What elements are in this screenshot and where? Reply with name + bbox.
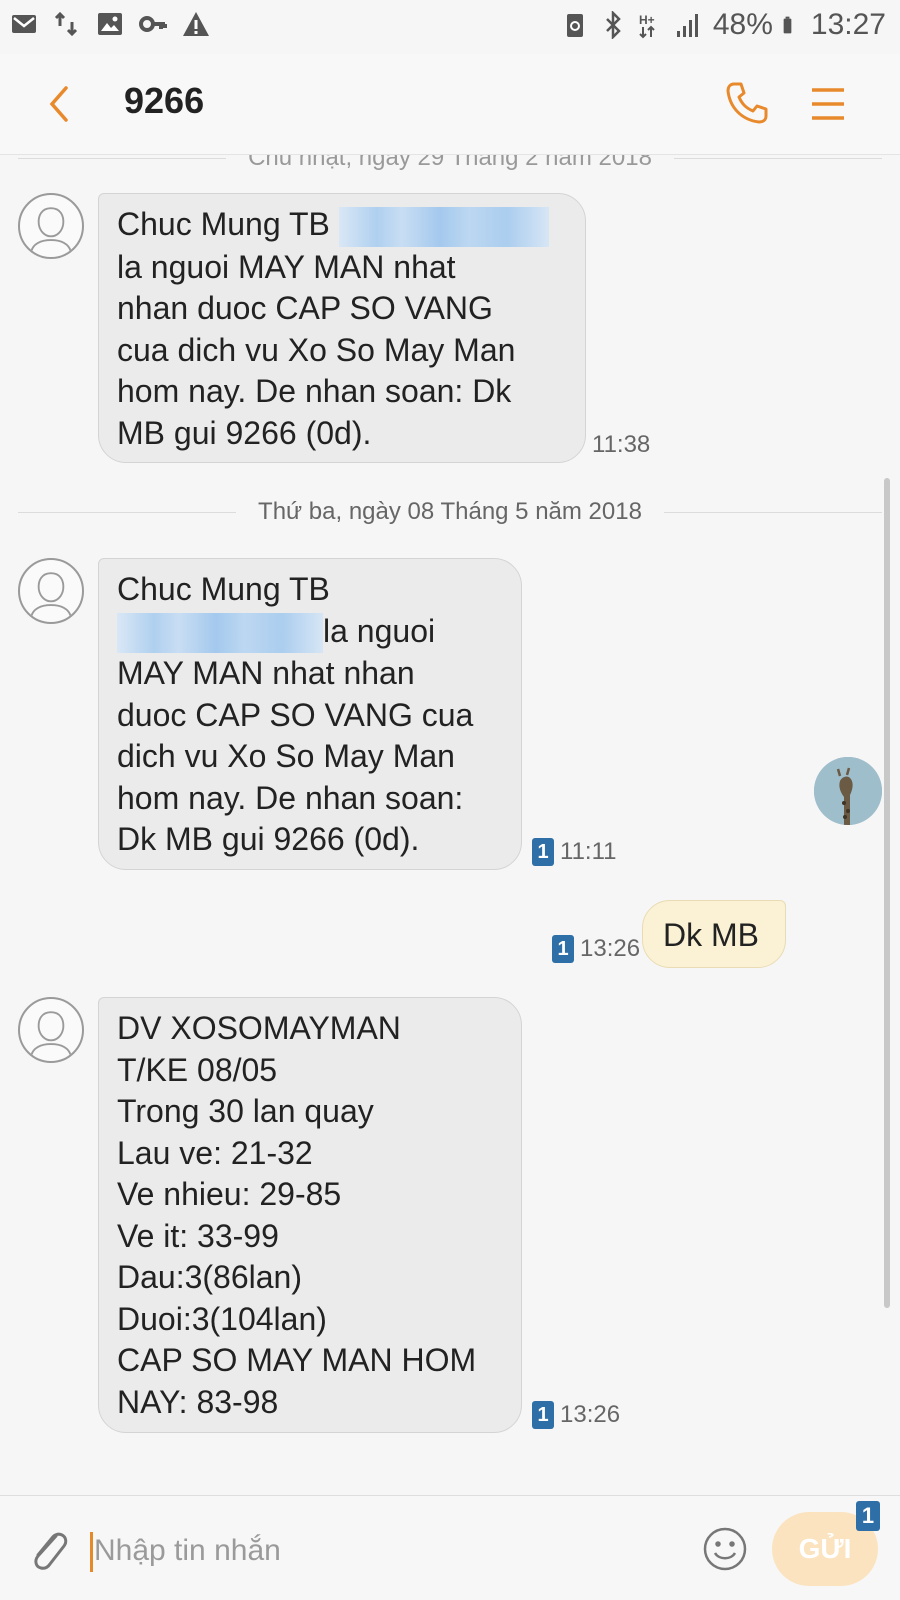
- message-bubble-incoming[interactable]: Chuc Mung TB la nguoi MAY MAN nhat nhan …: [98, 193, 586, 463]
- scrollbar[interactable]: [884, 478, 890, 1308]
- redacted-number: [117, 613, 323, 654]
- contact-avatar[interactable]: [18, 997, 84, 1063]
- message-time: 11:11: [560, 838, 617, 865]
- signal-icon: [676, 14, 698, 37]
- message-text: DV XOSOMAYMAN T/KE 08/05 Trong 30 lan qu…: [117, 1010, 477, 1420]
- person-placeholder-icon: [30, 1011, 72, 1056]
- emoji-button[interactable]: [702, 1526, 748, 1572]
- attach-button[interactable]: [26, 1524, 72, 1574]
- date-separator: Thứ ba, ngày 08 Tháng 5 năm 2018: [18, 497, 882, 527]
- person-placeholder-icon: [30, 207, 72, 252]
- date-separator: Chủ nhật, ngày 29 Tháng 2 năm 2018: [18, 155, 882, 173]
- message-time: 13:26: [560, 1401, 621, 1428]
- status-bar: H+ 48% 13:27: [0, 0, 900, 54]
- conversation-header: 9266: [0, 54, 900, 155]
- message-text: Chuc Mung TB: [117, 206, 339, 242]
- message-bubble-incoming[interactable]: Chuc Mung TB la nguoi MAY MAN nhat nhan …: [98, 558, 522, 870]
- message-time: 11:38: [592, 431, 651, 458]
- back-button[interactable]: [40, 82, 80, 126]
- battery-saver-icon: [566, 14, 583, 37]
- warning-icon: [183, 12, 209, 36]
- data-transfer-icon: [54, 11, 78, 37]
- call-button[interactable]: [724, 80, 770, 126]
- clock: 13:27: [810, 8, 886, 41]
- message-meta: 1 13:26: [532, 1401, 620, 1429]
- sim-badge: 1: [532, 838, 554, 866]
- image-icon: [98, 13, 122, 35]
- emoji-icon: [703, 1527, 747, 1571]
- sim-badge: 1: [856, 1501, 880, 1531]
- key-icon: [139, 16, 167, 32]
- menu-icon: [812, 88, 844, 120]
- paperclip-icon: [34, 1532, 68, 1570]
- phone-icon: [726, 82, 768, 124]
- sim-badge: 1: [532, 1401, 554, 1429]
- person-placeholder-icon: [30, 572, 72, 617]
- svg-text:H+: H+: [639, 13, 655, 27]
- message-time: 13:26: [580, 935, 641, 962]
- network-hplus-icon: H+: [639, 13, 655, 39]
- message-meta: 1 13:26: [552, 935, 640, 963]
- giraffe-photo-icon: [814, 757, 882, 825]
- message-input[interactable]: [94, 1526, 654, 1576]
- message-thread[interactable]: Chủ nhật, ngày 29 Tháng 2 năm 2018 Chuc …: [0, 155, 900, 1495]
- message-meta: 11:38: [592, 431, 650, 459]
- composer-bar: GỬI 1: [0, 1495, 900, 1600]
- date-separator-text: Chủ nhật, ngày 29 Tháng 2 năm 2018: [248, 155, 652, 171]
- redacted-number: [338, 206, 549, 247]
- text-cursor: [90, 1532, 93, 1572]
- contact-avatar[interactable]: [18, 558, 84, 624]
- date-separator-text: Thứ ba, ngày 08 Tháng 5 năm 2018: [258, 498, 642, 525]
- bluetooth-icon: [605, 11, 621, 39]
- message-bubble-outgoing[interactable]: Dk MB: [642, 900, 786, 968]
- sim-badge: 1: [552, 935, 574, 963]
- mail-icon: [12, 15, 36, 33]
- message-text: Chuc Mung TB: [117, 571, 330, 607]
- message-text: la nguoi MAY MAN nhat nhan duoc CAP SO V…: [117, 248, 516, 451]
- message-bubble-incoming[interactable]: DV XOSOMAYMAN T/KE 08/05 Trong 30 lan qu…: [98, 997, 522, 1433]
- my-avatar[interactable]: [814, 757, 882, 825]
- message-meta: 1 11:11: [532, 838, 617, 866]
- chevron-left-icon: [49, 86, 68, 122]
- message-text: Dk MB: [663, 917, 759, 953]
- menu-button[interactable]: [808, 84, 848, 124]
- battery-icon: [783, 16, 792, 34]
- conversation-title: 9266: [124, 80, 205, 121]
- messaging-screen: H+ 48% 13:27 9266 Chủ nhật, ngày 29 Thán…: [0, 0, 900, 1600]
- battery-percent: 48%: [712, 8, 773, 41]
- contact-avatar[interactable]: [18, 193, 84, 259]
